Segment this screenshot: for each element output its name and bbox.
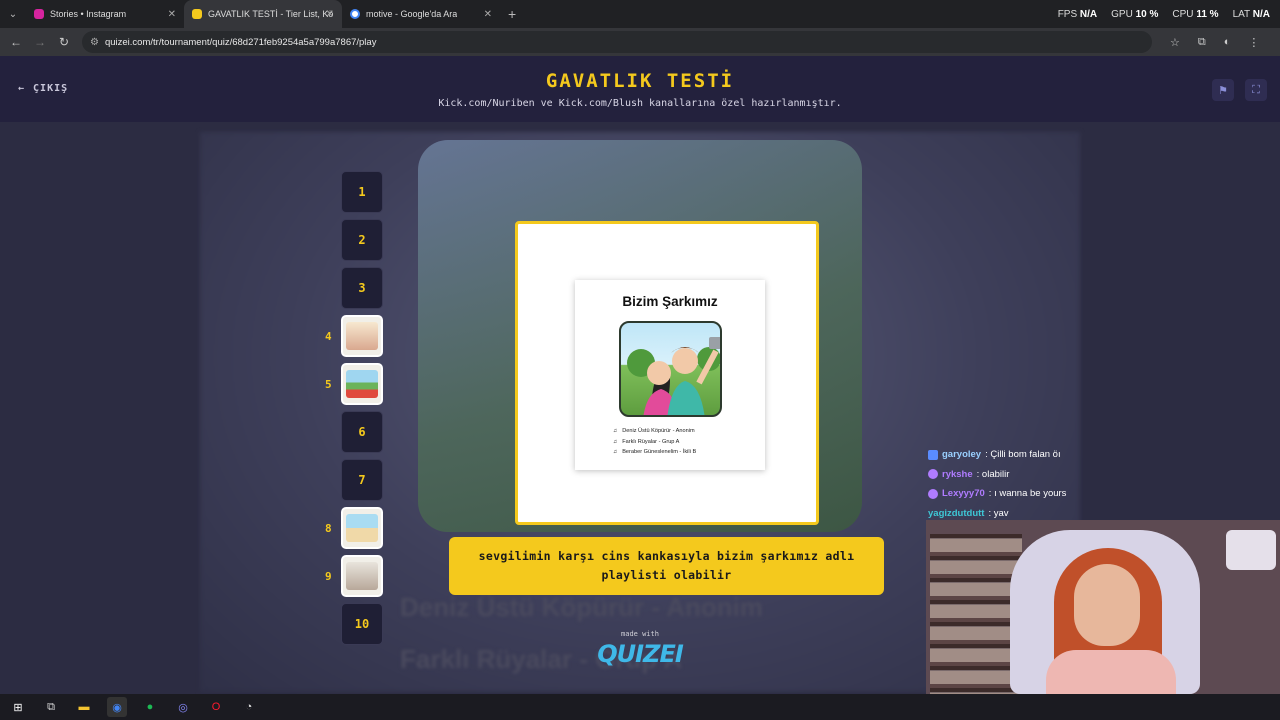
streamer-body	[1046, 650, 1176, 694]
windows-start-icon[interactable]: ⊞	[8, 697, 28, 717]
windows-taskbar: ⊞ ⧉ ▬ ◉ ● ◎ O ◔	[0, 694, 1280, 720]
address-bar: ← → ↻ ⚙ quizei.com/tr/tournament/quiz/68…	[0, 28, 1280, 56]
url-field[interactable]: ⚙ quizei.com/tr/tournament/quiz/68d271fe…	[82, 31, 1152, 53]
reload-icon[interactable]: ↻	[52, 35, 76, 49]
perf-cpu: CPU 11 %	[1172, 8, 1219, 20]
task-view-icon[interactable]: ⧉	[41, 697, 61, 717]
chat-message: garyoley: Çilli bom falan öı	[928, 445, 1066, 465]
discord-icon[interactable]: ◎	[173, 697, 193, 717]
perf-fps: FPS N/A	[1057, 8, 1098, 20]
song-item: ♫ Beraber Güneslenelim - İkili B	[613, 447, 696, 458]
close-tab-icon[interactable]: ✕	[168, 9, 176, 20]
round-6[interactable]: 6	[341, 411, 383, 453]
round-1[interactable]: 1	[341, 171, 383, 213]
made-with-label: made with	[621, 630, 659, 638]
profile-icon[interactable]: ◐	[1224, 36, 1231, 49]
quizei-logo[interactable]: QUIZEI	[596, 640, 684, 668]
music-note-icon: ♫	[613, 428, 618, 434]
forward-icon[interactable]: →	[28, 35, 52, 49]
round-thumbnail	[346, 562, 378, 590]
chrome-icon[interactable]: ◉	[107, 697, 127, 717]
site-info-icon[interactable]: ⚙	[90, 37, 99, 48]
tab-title: Stories • Instagram	[50, 9, 127, 19]
tab-quiz[interactable]: GAVATLIK TESTİ - Tier List, Kör ✕	[184, 0, 342, 28]
performance-overlay: FPS N/A GPU 10 % CPU 11 % LAT N/A	[1058, 0, 1270, 28]
music-note-icon: ♫	[613, 438, 618, 445]
browser-tabbar: ⌄ Stories • Instagram ✕ GAVATLIK TESTİ -…	[0, 0, 1280, 28]
chat-message: yagizdutdutt: yav	[928, 507, 1009, 519]
stream-chat: garyoley: Çilli bom falan öı rykshe: ola…	[928, 445, 1066, 523]
round-9[interactable]	[341, 555, 383, 597]
chat-badge-icon	[928, 488, 938, 499]
song-list: ♫ Deniz Üstü Köpürür - Anonim ♫ Farklı Rüy…	[613, 426, 696, 458]
card-caption: sevgilimin karşı cins kankasıyla bizim ş…	[449, 537, 884, 595]
webcam-overlay	[926, 520, 1280, 694]
couple-selfie-illustration	[619, 321, 722, 417]
tab-title: GAVATLIK TESTİ - Tier List, Kör	[208, 9, 334, 19]
chat-message: rykshe: olabilir	[928, 465, 1066, 485]
music-note-icon: ♫	[613, 449, 618, 455]
back-icon[interactable]: ←	[4, 35, 28, 49]
tab-instagram[interactable]: Stories • Instagram ✕	[26, 0, 184, 28]
file-explorer-icon[interactable]: ▬	[74, 697, 94, 717]
round-9-label: 9	[325, 570, 332, 583]
close-tab-icon[interactable]: ✕	[484, 9, 492, 20]
instagram-icon	[34, 9, 44, 19]
round-7[interactable]: 7	[341, 459, 383, 501]
fullscreen-icon: ⛶	[1252, 83, 1260, 96]
song-item: ♫ Farklı Rüyalar - Grup A	[613, 437, 696, 448]
tab-google[interactable]: motive - Google'da Ara ✕	[342, 0, 500, 28]
extensions-icon[interactable]: ⧉	[1198, 36, 1206, 49]
page-subtitle: Kick.com/Nuriben ve Kick.com/Blush kanal…	[438, 98, 842, 109]
fullscreen-button[interactable]: ⛶	[1245, 79, 1267, 101]
flag-button[interactable]: ⚑	[1212, 79, 1234, 101]
round-4-label: 4	[325, 330, 332, 343]
url-text: quizei.com/tr/tournament/quiz/68d271feb9…	[104, 36, 377, 48]
tab-title: motive - Google'da Ara	[366, 9, 458, 19]
tab-search-icon[interactable]: ⌄	[0, 0, 26, 28]
blurred-song-1: Deniz Üstü Köpürür - Anonim	[400, 592, 764, 622]
song-item: ♫ Deniz Üstü Köpürür - Anonim	[613, 426, 696, 437]
streamer-face	[1074, 564, 1140, 646]
lamp	[1226, 530, 1276, 570]
round-3[interactable]: 3	[341, 267, 383, 309]
chat-badge-icon	[928, 469, 938, 480]
round-thumbnail	[346, 514, 378, 542]
app-icon[interactable]: ◔	[239, 697, 259, 717]
close-tab-icon[interactable]: ✕	[326, 9, 334, 20]
round-8[interactable]	[341, 507, 383, 549]
chat-message: Lexyyy70: ı wanna be yours	[928, 484, 1066, 504]
round-2[interactable]: 2	[341, 219, 383, 261]
spotify-icon[interactable]: ●	[140, 697, 160, 717]
round-4[interactable]	[341, 315, 383, 357]
quizei-icon	[192, 9, 202, 19]
bookshelf	[930, 534, 1022, 694]
round-thumbnail	[346, 370, 378, 398]
quiz-card[interactable]: Bizim Şarkımız ♫ Deniz Üstü Köpürür - Ano…	[515, 221, 819, 525]
poster-title: Bizim Şarkımız	[622, 294, 718, 309]
new-tab-icon[interactable]: +	[508, 6, 516, 22]
round-8-label: 8	[325, 522, 332, 535]
chat-badge-icon	[928, 449, 938, 460]
menu-icon[interactable]: ⋮	[1248, 36, 1259, 49]
perf-gpu: GPU 10 %	[1111, 8, 1159, 20]
round-5-label: 5	[325, 378, 332, 391]
perf-lat: LAT N/A	[1232, 8, 1270, 20]
opera-icon[interactable]: O	[206, 697, 226, 717]
bookmark-star-icon[interactable]: ☆	[1170, 36, 1180, 49]
round-5[interactable]	[341, 363, 383, 405]
poster-image: Bizim Şarkımız ♫ Deniz Üstü Köpürür - Ano…	[575, 280, 765, 470]
flag-icon: ⚑	[1218, 84, 1228, 97]
google-icon	[350, 9, 360, 19]
round-thumbnail	[346, 322, 378, 350]
page-title: GAVATLIK TESTİ	[545, 70, 735, 92]
quiz-header: ← ÇIKIŞ GAVATLIK TESTİ Kick.com/Nuriben …	[0, 56, 1280, 122]
round-10[interactable]: 10	[341, 603, 383, 645]
